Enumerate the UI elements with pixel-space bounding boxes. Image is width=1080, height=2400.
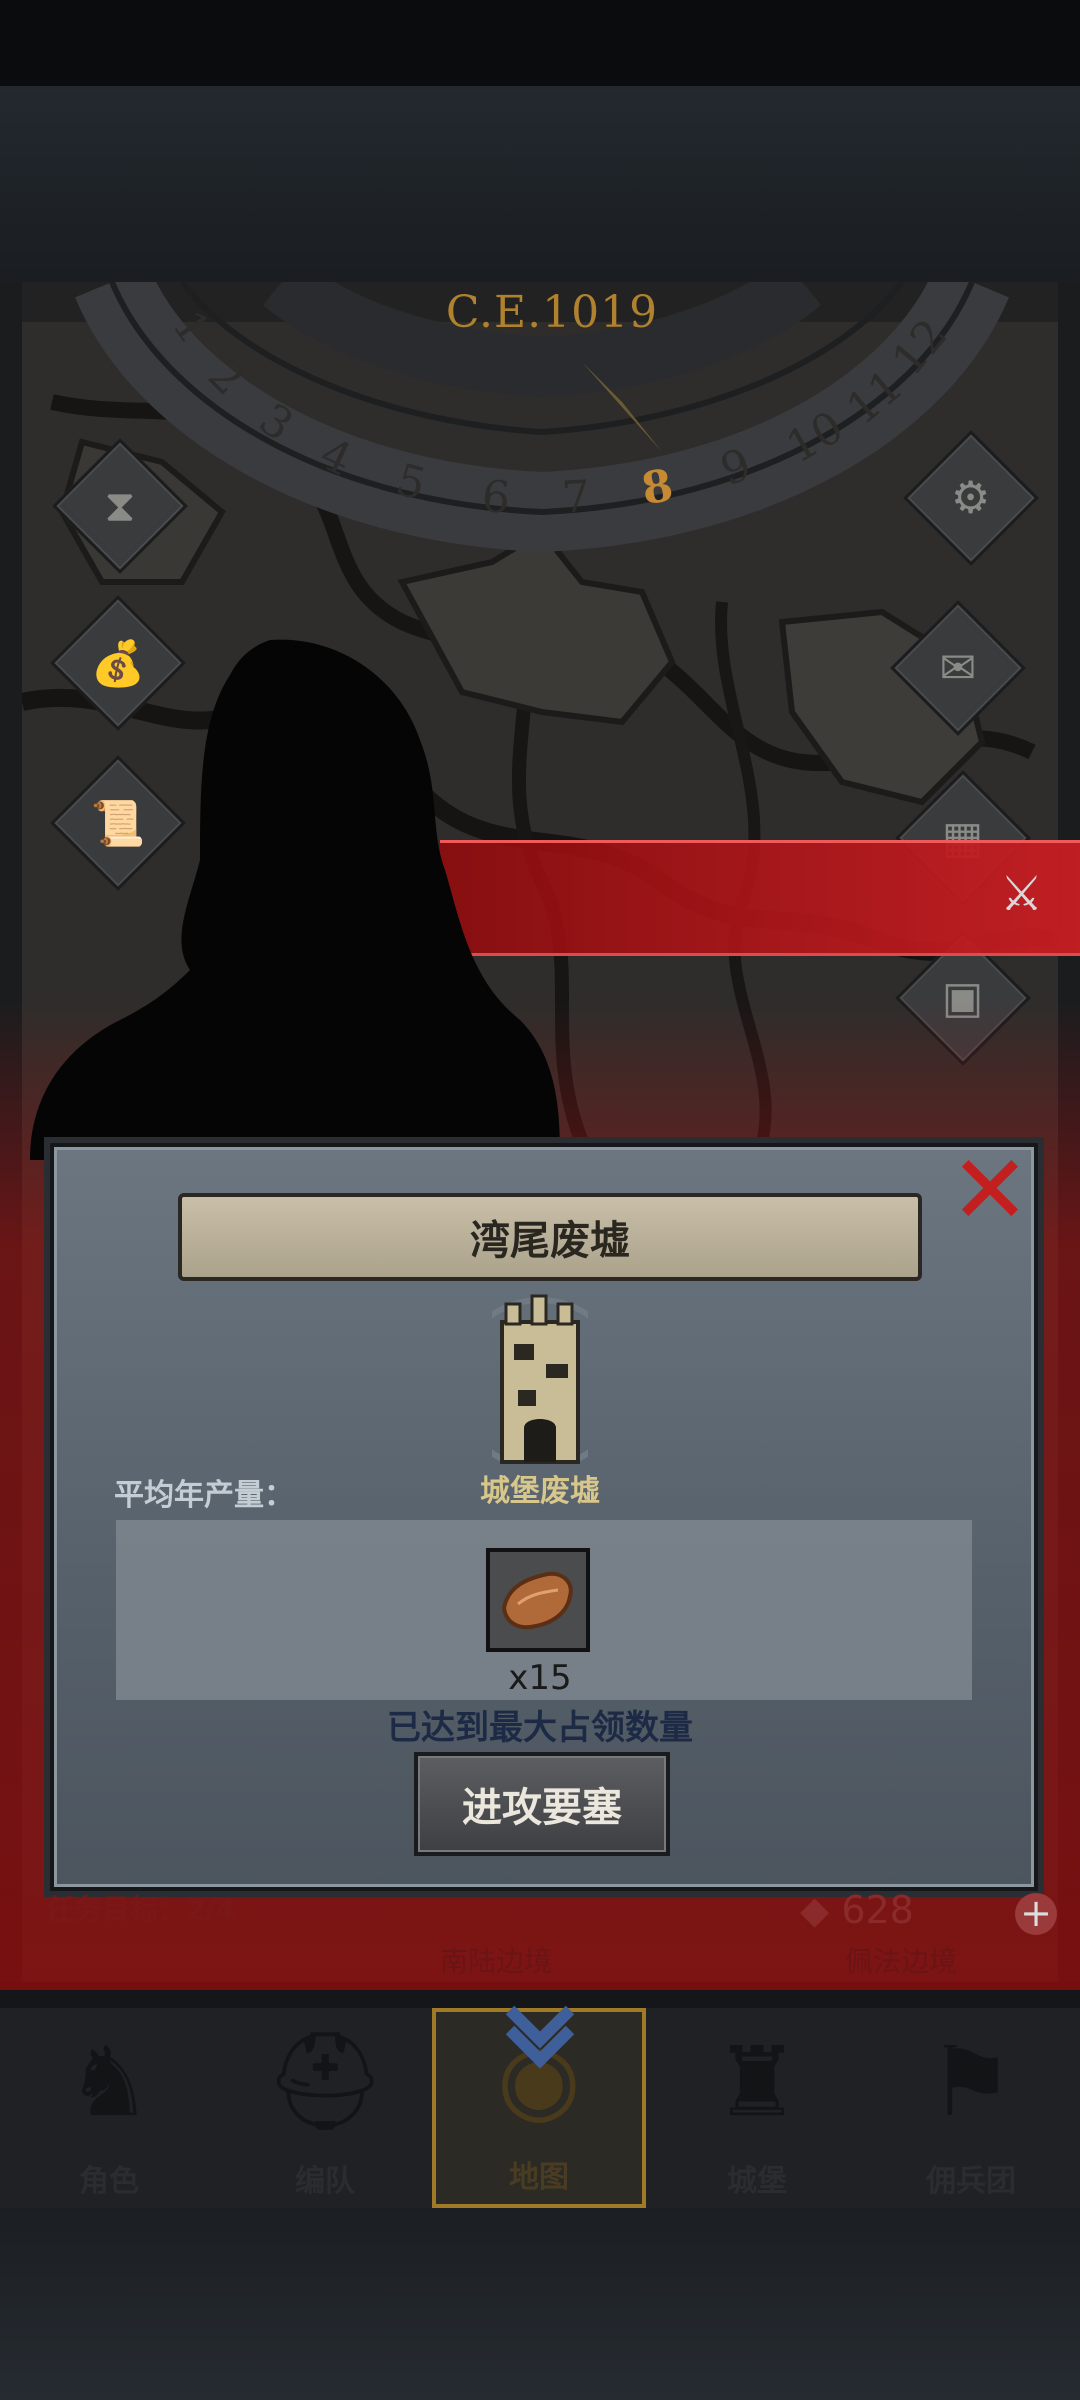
building-type-label: 城堡废墟 <box>480 1474 600 1509</box>
nav-item-mercenary[interactable]: ⚑ 佣兵团 <box>864 2008 1078 2208</box>
status-message: 已达到最大占领数量 <box>387 1708 693 1748</box>
month-7: 7 <box>560 471 592 524</box>
crossed-swords-icon[interactable]: ⚔ <box>1000 866 1043 922</box>
character-silhouette <box>30 639 560 1160</box>
bottom-band <box>0 2208 1080 2400</box>
nav-label: 地图 <box>509 2160 569 2195</box>
year-label: C.E.1019 <box>445 287 659 338</box>
yield-label: 平均年产量： <box>114 1478 294 1513</box>
add-gems-button[interactable]: + <box>1015 1893 1057 1935</box>
castle-icon: ♜ <box>713 2026 801 2138</box>
nav-item-formation[interactable]: ⛑ 编队 <box>218 2008 432 2208</box>
task-progress[interactable]: 任务目标：2/4 <box>46 1888 235 1928</box>
nav-label: 佣兵团 <box>926 2164 1016 2199</box>
nav-item-castle[interactable]: ♜ 城堡 <box>650 2008 864 2208</box>
castle-ruin-icon <box>492 1294 588 1464</box>
nav-label: 编队 <box>295 2164 355 2199</box>
attack-button-label: 进攻要塞 <box>462 1785 622 1831</box>
knight-icon: ♞ <box>65 2026 153 2138</box>
resource-quantity: x15 <box>508 1658 572 1698</box>
gem-icon: ◆ <box>800 1888 830 1932</box>
top-status-area <box>0 0 1080 86</box>
nav-label: 角色 <box>79 2164 139 2199</box>
nav-label: 城堡 <box>727 2164 787 2199</box>
gem-counter[interactable]: ◆ 628 <box>800 1888 914 1932</box>
top-header-band <box>0 86 1080 282</box>
active-chevron-icon <box>505 2005 575 2069</box>
location-title: 湾尾废墟 <box>470 1218 630 1264</box>
region-left-label[interactable]: 南陆边境 <box>440 1940 552 1980</box>
gem-count: 628 <box>841 1888 914 1932</box>
nav-item-character[interactable]: ♞ 角色 <box>2 2008 216 2208</box>
attack-fortress-button[interactable]: 进攻要塞 <box>414 1752 670 1856</box>
close-icon[interactable]: ✕ <box>940 1140 1040 1240</box>
month-6: 6 <box>479 470 513 525</box>
banner-icon: ⚑ <box>927 2026 1015 2138</box>
region-right-label[interactable]: 佩法边境 <box>845 1940 957 1980</box>
leather-icon <box>501 1571 573 1630</box>
helmet-icon: ⛑ <box>264 2025 386 2137</box>
title-plate: 湾尾废墟 <box>178 1193 922 1281</box>
resource-slot[interactable] <box>486 1548 590 1652</box>
